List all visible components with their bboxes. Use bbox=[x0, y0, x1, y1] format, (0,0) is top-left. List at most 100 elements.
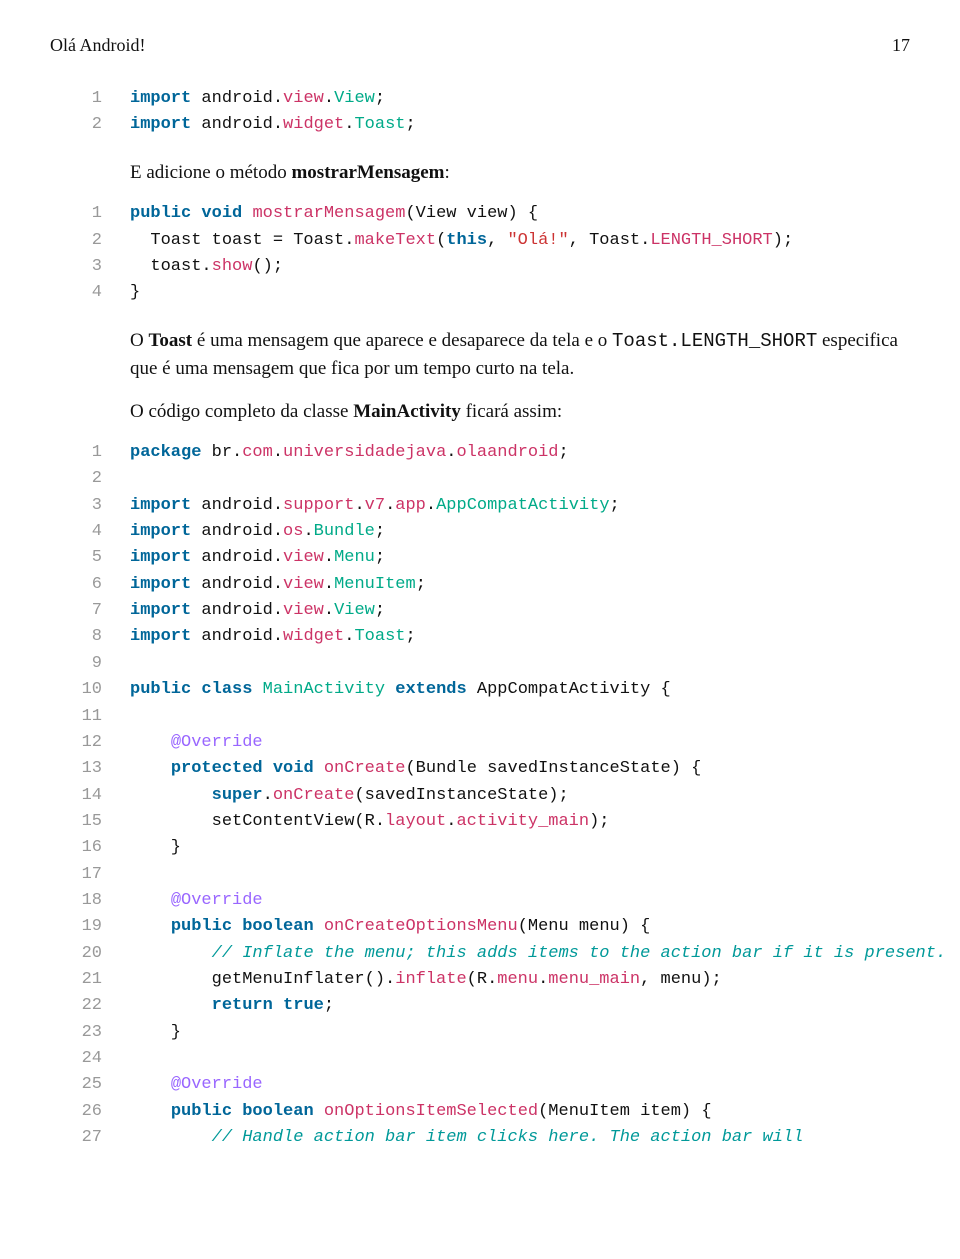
text: O código completo da classe bbox=[130, 401, 353, 422]
constant-name: Toast.LENGTH_SHORT bbox=[612, 330, 817, 352]
code-content: @Override bbox=[130, 888, 263, 914]
code-content: super.onCreate(savedInstanceState); bbox=[130, 783, 569, 809]
text: E adicione o método bbox=[130, 162, 291, 183]
code-content: return true; bbox=[130, 993, 334, 1019]
code-line: 24 bbox=[50, 1046, 910, 1072]
code-line: 22 return true; bbox=[50, 993, 910, 1019]
code-content: } bbox=[130, 280, 140, 306]
line-number: 9 bbox=[50, 651, 130, 677]
class-name: MainActivity bbox=[353, 401, 461, 422]
code-content: public void mostrarMensagem(View view) { bbox=[130, 201, 538, 227]
code-line: 3import android.support.v7.app.AppCompat… bbox=[50, 493, 910, 519]
line-number: 3 bbox=[50, 254, 130, 280]
line-number: 2 bbox=[50, 228, 130, 254]
code-content: getMenuInflater().inflate(R.menu.menu_ma… bbox=[130, 967, 722, 993]
method-name: mostrarMensagem bbox=[291, 162, 444, 183]
prose-toast-desc: O Toast é uma mensagem que aparece e des… bbox=[130, 327, 910, 384]
code-content: public boolean onCreateOptionsMenu(Menu … bbox=[130, 914, 650, 940]
code-content: toast.show(); bbox=[130, 254, 283, 280]
line-number: 6 bbox=[50, 572, 130, 598]
code-content: public class MainActivity extends AppCom… bbox=[130, 677, 671, 703]
code-content: @Override bbox=[130, 1072, 263, 1098]
code-content: import android.support.v7.app.AppCompatA… bbox=[130, 493, 620, 519]
line-number: 22 bbox=[50, 993, 130, 1019]
page-header: Olá Android! 17 bbox=[50, 35, 910, 56]
code-content: setContentView(R.layout.activity_main); bbox=[130, 809, 610, 835]
code-line: 1package br.com.universidadejava.olaandr… bbox=[50, 440, 910, 466]
text: O bbox=[130, 330, 148, 351]
code-line: 26 public boolean onOptionsItemSelected(… bbox=[50, 1099, 910, 1125]
line-number: 2 bbox=[50, 466, 130, 492]
code-line: 2import android.widget.Toast; bbox=[50, 112, 910, 138]
line-number: 19 bbox=[50, 914, 130, 940]
line-number: 16 bbox=[50, 835, 130, 861]
page-number: 17 bbox=[892, 35, 910, 56]
code-content: @Override bbox=[130, 730, 263, 756]
code-line: 19 public boolean onCreateOptionsMenu(Me… bbox=[50, 914, 910, 940]
code-line: 2 Toast toast = Toast.makeText(this, "Ol… bbox=[50, 228, 910, 254]
code-line: 17 bbox=[50, 862, 910, 888]
line-number: 7 bbox=[50, 598, 130, 624]
code-line: 2 bbox=[50, 466, 910, 492]
code-line: 12 @Override bbox=[50, 730, 910, 756]
line-number: 26 bbox=[50, 1099, 130, 1125]
class-name: Toast bbox=[148, 330, 192, 351]
code-block-method: 1public void mostrarMensagem(View view) … bbox=[50, 201, 910, 306]
line-number: 13 bbox=[50, 756, 130, 782]
code-line: 15 setContentView(R.layout.activity_main… bbox=[50, 809, 910, 835]
text: é uma mensagem que aparece e desaparece … bbox=[192, 330, 612, 351]
code-content: import android.os.Bundle; bbox=[130, 519, 385, 545]
line-number: 2 bbox=[50, 112, 130, 138]
code-content: import android.view.View; bbox=[130, 598, 385, 624]
prose-full-code: O código completo da classe MainActivity… bbox=[130, 398, 910, 427]
line-number: 11 bbox=[50, 704, 130, 730]
code-line: 8import android.widget.Toast; bbox=[50, 624, 910, 650]
code-line: 10public class MainActivity extends AppC… bbox=[50, 677, 910, 703]
code-block-imports: 1import android.view.View;2import androi… bbox=[50, 86, 910, 139]
code-content: public boolean onOptionsItemSelected(Men… bbox=[130, 1099, 712, 1125]
line-number: 17 bbox=[50, 862, 130, 888]
code-content: // Handle action bar item clicks here. T… bbox=[130, 1125, 803, 1151]
code-line: 25 @Override bbox=[50, 1072, 910, 1098]
line-number: 10 bbox=[50, 677, 130, 703]
chapter-title: Olá Android! bbox=[50, 35, 145, 56]
line-number: 8 bbox=[50, 624, 130, 650]
prose-add-method: E adicione o método mostrarMensagem: bbox=[130, 159, 910, 188]
code-line: 14 super.onCreate(savedInstanceState); bbox=[50, 783, 910, 809]
line-number: 3 bbox=[50, 493, 130, 519]
code-line: 6import android.view.MenuItem; bbox=[50, 572, 910, 598]
text: : bbox=[444, 162, 449, 183]
code-content: import android.view.View; bbox=[130, 86, 385, 112]
line-number: 20 bbox=[50, 941, 130, 967]
code-line: 4import android.os.Bundle; bbox=[50, 519, 910, 545]
line-number: 24 bbox=[50, 1046, 130, 1072]
line-number: 1 bbox=[50, 86, 130, 112]
line-number: 15 bbox=[50, 809, 130, 835]
code-content: import android.widget.Toast; bbox=[130, 624, 416, 650]
code-content: } bbox=[130, 1020, 181, 1046]
code-line: 1import android.view.View; bbox=[50, 86, 910, 112]
line-number: 5 bbox=[50, 545, 130, 571]
line-number: 25 bbox=[50, 1072, 130, 1098]
line-number: 14 bbox=[50, 783, 130, 809]
line-number: 21 bbox=[50, 967, 130, 993]
code-content: // Inflate the menu; this adds items to … bbox=[130, 941, 946, 967]
code-line: 13 protected void onCreate(Bundle savedI… bbox=[50, 756, 910, 782]
code-content: package br.com.universidadejava.olaandro… bbox=[130, 440, 569, 466]
code-content: } bbox=[130, 835, 181, 861]
line-number: 4 bbox=[50, 519, 130, 545]
line-number: 18 bbox=[50, 888, 130, 914]
line-number: 27 bbox=[50, 1125, 130, 1151]
code-content: Toast toast = Toast.makeText(this, "Olá!… bbox=[130, 228, 793, 254]
line-number: 1 bbox=[50, 440, 130, 466]
code-line: 16 } bbox=[50, 835, 910, 861]
line-number: 4 bbox=[50, 280, 130, 306]
line-number: 1 bbox=[50, 201, 130, 227]
code-line: 23 } bbox=[50, 1020, 910, 1046]
code-line: 21 getMenuInflater().inflate(R.menu.menu… bbox=[50, 967, 910, 993]
line-number: 12 bbox=[50, 730, 130, 756]
code-line: 11 bbox=[50, 704, 910, 730]
text: ficará assim: bbox=[461, 401, 562, 422]
code-line: 4} bbox=[50, 280, 910, 306]
code-content: protected void onCreate(Bundle savedInst… bbox=[130, 756, 701, 782]
